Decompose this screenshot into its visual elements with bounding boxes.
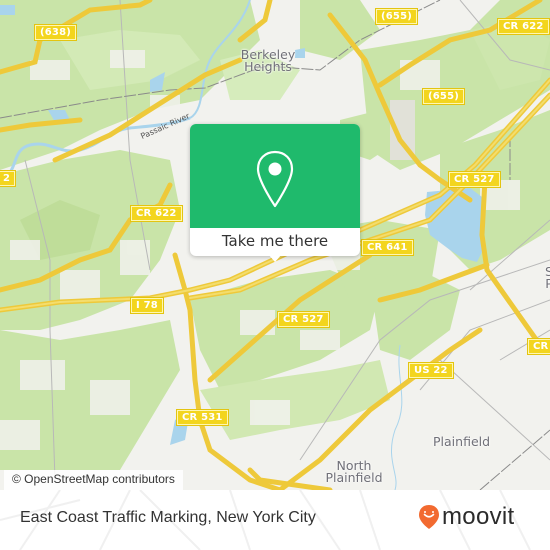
road-shield: (638) xyxy=(35,25,77,40)
road-shield: CR 527 xyxy=(278,312,329,327)
place-label-plainfield: Plainfield xyxy=(433,434,491,449)
road-shield: (655) xyxy=(423,89,465,104)
moovit-logo[interactable]: moovit xyxy=(418,504,515,530)
road-shield: CR 641 xyxy=(362,240,413,255)
road-shield: 2 xyxy=(0,171,16,186)
road-shield: US 22 xyxy=(409,363,453,378)
popup-pointer xyxy=(268,254,282,262)
road-shield: CR 531 xyxy=(177,410,228,425)
map-attribution[interactable]: © OpenStreetMap contributors xyxy=(4,470,183,490)
place-label-berkeley-heights: Berkeley Heights xyxy=(240,47,296,74)
road-shield: CR 527 xyxy=(449,172,500,187)
take-me-there-button[interactable]: Take me there xyxy=(190,228,360,256)
moovit-pin-icon xyxy=(419,505,439,529)
location-popup[interactable]: Take me there xyxy=(190,124,360,262)
place-title: East Coast Traffic Marking, New York Cit… xyxy=(20,509,316,526)
map[interactable]: (638) (655) CR 622 (655) 2 CR 622 CR 527… xyxy=(0,0,550,490)
footer: East Coast Traffic Marking, New York Cit… xyxy=(0,490,550,550)
place-label-partial: S P xyxy=(545,264,550,291)
road-shield: CR xyxy=(528,339,550,354)
road-shield: CR 622 xyxy=(131,206,182,221)
road-shield: I 78 xyxy=(131,298,163,313)
road-shield: CR 622 xyxy=(498,19,549,34)
moovit-wordmark: moovit xyxy=(442,503,515,530)
place-label-north-plainfield: North Plainfield xyxy=(325,458,383,485)
road-shield: (655) xyxy=(376,9,418,24)
